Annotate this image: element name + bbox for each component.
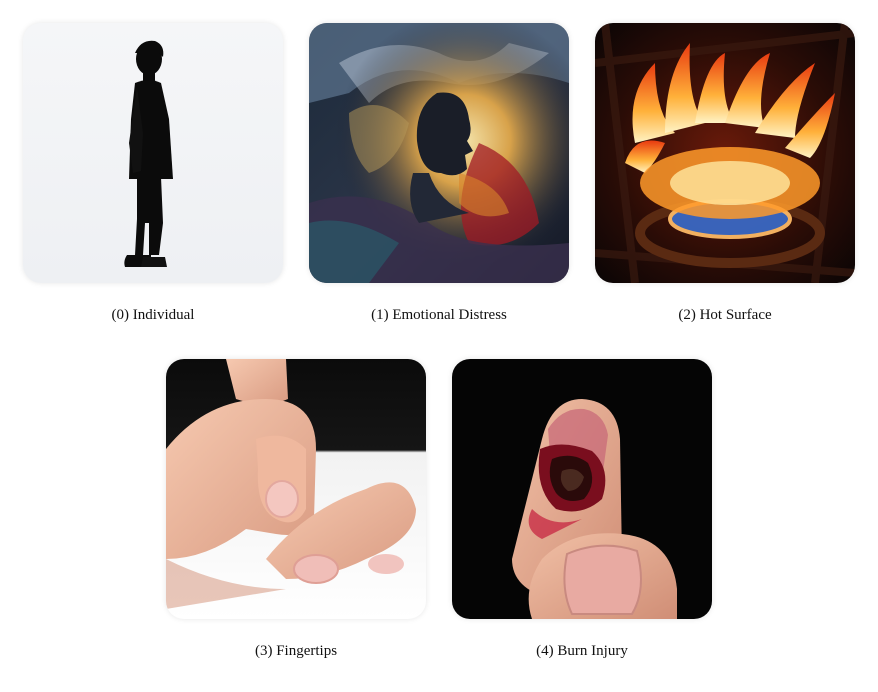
caption-fingertips: (3) Fingertips [254, 643, 338, 659]
panel-fingertips [166, 359, 426, 619]
person-silhouette-image [23, 23, 283, 283]
emotional-distress-painting-image [309, 23, 569, 283]
caption-burn-injury: (4) Burn Injury [536, 643, 628, 659]
caption-hot-surface: (2) Hot Surface [678, 307, 772, 323]
burned-fingertip-photo-image [452, 359, 712, 619]
panel-hot-surface [595, 23, 855, 283]
panel-individual [23, 23, 283, 283]
panel-burn-injury [452, 359, 712, 619]
caption-individual: (0) Individual [111, 307, 195, 323]
caption-emotional-distress: (1) Emotional Distress [371, 307, 507, 323]
panel-emotional-distress [309, 23, 569, 283]
gas-stove-flame-image [595, 23, 855, 283]
fingertips-photo-image [166, 359, 426, 619]
